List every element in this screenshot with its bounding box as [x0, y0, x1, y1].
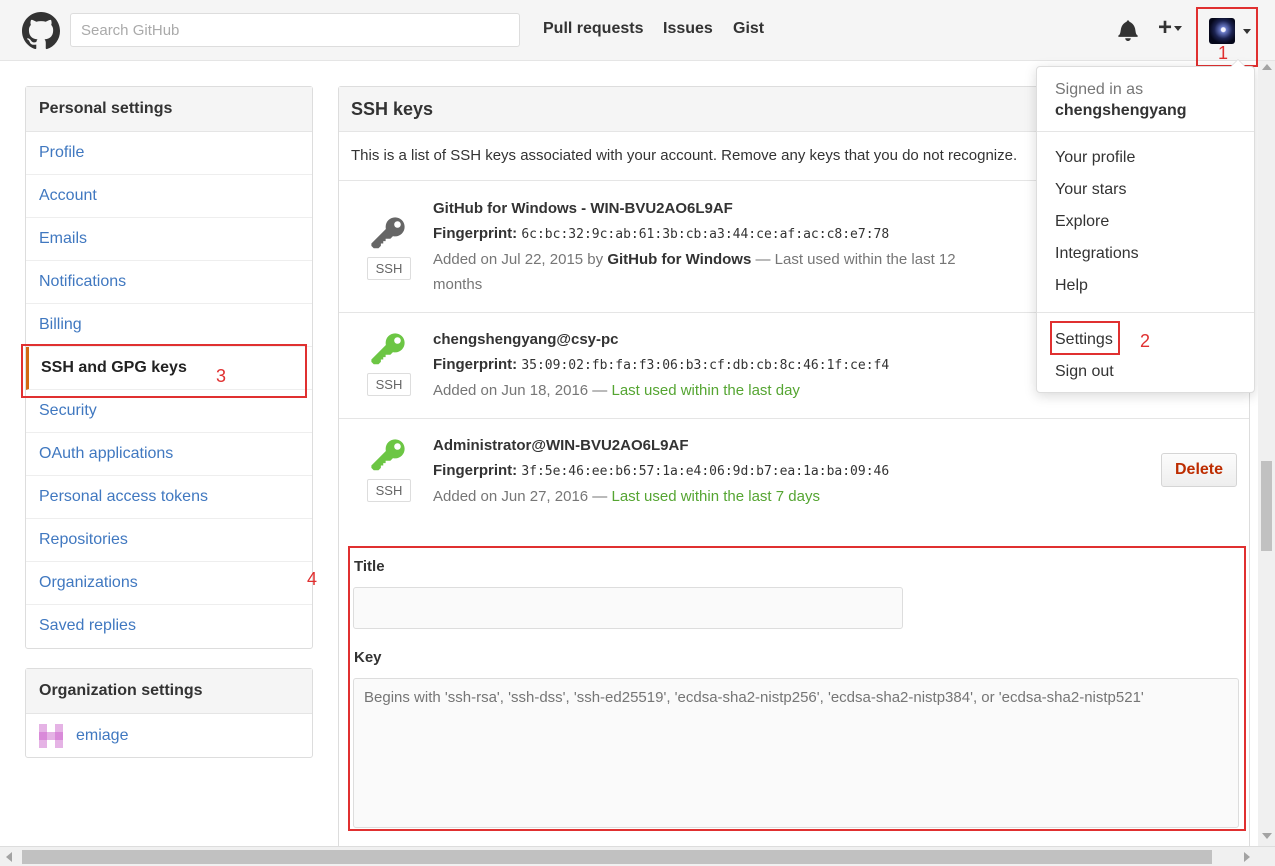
fingerprint-value: 3f:5e:46:ee:b6:57:1a:e4:06:9d:b7:ea:1a:b…	[521, 464, 890, 479]
annotation-4: 4	[307, 569, 318, 589]
added-on-text: Added on Jun 18, 2016 —	[433, 382, 612, 399]
ssh-key-badge: SSH	[367, 437, 411, 502]
key-label: Key	[354, 649, 382, 666]
fingerprint-value: 6c:bc:32:9c:ab:61:3b:cb:a3:44:ce:af:ac:c…	[521, 227, 890, 242]
sidebar-item-oauth-applications[interactable]: OAuth applications	[26, 433, 312, 476]
ssh-key-title: GitHub for Windows - WIN-BVU2AO6L9AF	[433, 200, 733, 217]
github-logo-icon[interactable]	[22, 12, 60, 50]
menu-item-settings[interactable]: Settings	[1055, 331, 1113, 349]
annotation-1: 1	[1218, 43, 1229, 63]
bell-icon[interactable]	[1117, 19, 1139, 41]
account-dropdown-menu: Signed in as chengshengyang Your profile…	[1036, 59, 1255, 393]
dropdown-caret	[1230, 59, 1246, 67]
menu-item-explore[interactable]: Explore	[1055, 213, 1109, 231]
organization-settings-heading: Organization settings	[26, 669, 312, 714]
annotation-box-3	[21, 344, 307, 398]
ssh-badge: SSH	[367, 479, 411, 502]
fingerprint-label: Fingerprint:	[433, 462, 518, 479]
ssh-key-badge: SSH	[367, 215, 411, 280]
ssh-key-info: chengshengyang@csy-pc Fingerprint: 35:09…	[433, 327, 993, 403]
key-textarea[interactable]	[353, 678, 1239, 828]
scroll-left-icon[interactable]	[6, 852, 12, 862]
last-used-text: Last used within the last day	[611, 382, 800, 399]
menu-item-your-profile[interactable]: Your profile	[1055, 149, 1135, 167]
ssh-key-info: GitHub for Windows - WIN-BVU2AO6L9AF Fin…	[433, 196, 993, 297]
chevron-down-icon	[1243, 29, 1251, 34]
ssh-key-title: chengshengyang@csy-pc	[433, 331, 619, 348]
menu-item-your-stars[interactable]: Your stars	[1055, 181, 1126, 199]
org-name: emiage	[76, 727, 129, 744]
title-input[interactable]	[353, 587, 903, 629]
horizontal-scroll-thumb[interactable]	[22, 850, 1212, 864]
dropdown-divider	[1037, 131, 1254, 132]
avatar-menu-button[interactable]: 1	[1196, 7, 1258, 67]
nav-issues[interactable]: Issues	[663, 20, 713, 38]
search-input[interactable]	[70, 13, 520, 47]
added-on-text: Added on Jun 27, 2016 —	[433, 488, 612, 505]
scroll-down-icon[interactable]	[1262, 833, 1272, 839]
organization-settings-menu: Organization settings emiage	[25, 668, 313, 758]
ssh-badge: SSH	[367, 257, 411, 280]
add-ssh-key-form: Title Key	[348, 546, 1246, 831]
annotation-3: 3	[216, 366, 227, 386]
ssh-key-info: Administrator@WIN-BVU2AO6L9AF Fingerprin…	[433, 433, 993, 509]
menu-item-integrations[interactable]: Integrations	[1055, 245, 1139, 263]
delete-key-button[interactable]: Delete	[1161, 453, 1237, 487]
fingerprint-label: Fingerprint:	[433, 356, 518, 373]
added-by-text: GitHub for Windows	[607, 251, 752, 268]
horizontal-scrollbar[interactable]	[0, 846, 1275, 866]
plus-icon[interactable]: +	[1158, 16, 1183, 40]
sidebar-item-billing[interactable]: Billing	[26, 304, 312, 347]
ssh-key-badge: SSH	[367, 331, 411, 396]
sidebar-item-saved-replies[interactable]: Saved replies	[26, 605, 312, 648]
sidebar-item-personal-access-tokens[interactable]: Personal access tokens	[26, 476, 312, 519]
key-icon	[371, 333, 405, 365]
ssh-badge: SSH	[367, 373, 411, 396]
sidebar-item-repositories[interactable]: Repositories	[26, 519, 312, 562]
nav-gist[interactable]: Gist	[733, 20, 764, 38]
signed-in-as: Signed in as chengshengyang	[1055, 79, 1187, 121]
avatar[interactable]	[1209, 18, 1235, 44]
personal-settings-heading: Personal settings	[26, 87, 312, 132]
title-label: Title	[354, 558, 385, 575]
key-icon	[371, 217, 405, 249]
signed-in-label: Signed in as	[1055, 81, 1144, 98]
sidebar-item-profile[interactable]: Profile	[26, 132, 312, 175]
dropdown-divider	[1037, 312, 1254, 313]
fingerprint-value: 35:09:02:fb:fa:f3:06:b3:cf:db:cb:8c:46:1…	[521, 358, 890, 373]
nav-pull-requests[interactable]: Pull requests	[543, 20, 643, 38]
scroll-up-icon[interactable]	[1262, 64, 1272, 70]
org-avatar-icon	[39, 724, 63, 748]
added-on-text: Added on Jul 22, 2015 by	[433, 251, 608, 268]
menu-item-help[interactable]: Help	[1055, 277, 1088, 295]
scroll-right-icon[interactable]	[1244, 852, 1250, 862]
sidebar-item-organizations[interactable]: Organizations	[26, 562, 312, 605]
signed-in-username[interactable]: chengshengyang	[1055, 100, 1187, 121]
menu-item-sign-out[interactable]: Sign out	[1055, 363, 1114, 381]
chevron-down-icon	[1174, 26, 1183, 32]
sidebar-item-account[interactable]: Account	[26, 175, 312, 218]
sidebar-item-org-emiage[interactable]: emiage	[26, 714, 312, 758]
ssh-key-title: Administrator@WIN-BVU2AO6L9AF	[433, 437, 689, 454]
last-used-text: Last used within the last 7 days	[611, 488, 820, 505]
fingerprint-label: Fingerprint:	[433, 225, 518, 242]
ssh-key-row: SSH Administrator@WIN-BVU2AO6L9AF Finger…	[339, 419, 1249, 535]
sidebar-item-emails[interactable]: Emails	[26, 218, 312, 261]
sidebar-item-notifications[interactable]: Notifications	[26, 261, 312, 304]
vertical-scrollbar[interactable]	[1258, 61, 1275, 846]
annotation-2: 2	[1140, 331, 1151, 351]
top-header: Pull requests Issues Gist +	[0, 0, 1275, 61]
vertical-scroll-thumb[interactable]	[1261, 461, 1272, 551]
key-icon	[371, 439, 405, 471]
